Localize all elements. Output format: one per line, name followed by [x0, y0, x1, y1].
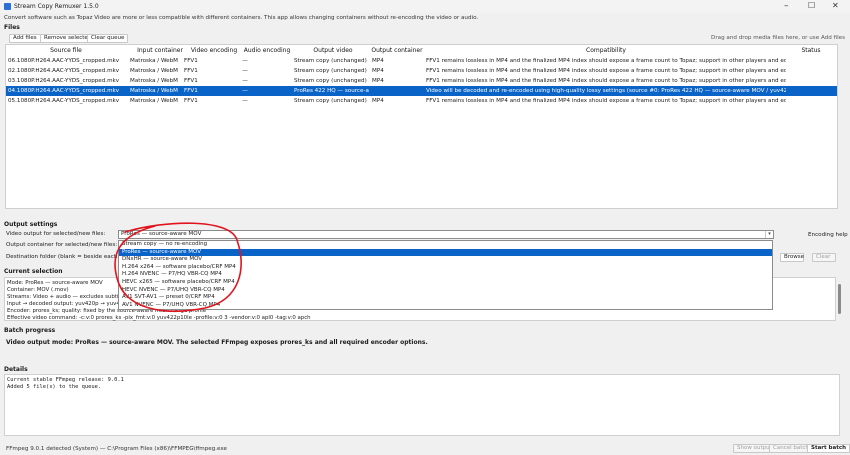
table-cell-compat: FFV1 remains lossless in MP4 and the fin… — [426, 68, 786, 74]
table-cell-audio: — — [242, 88, 248, 94]
table-row[interactable]: 04.1080P.H264.AAC-YYDS_cropped.mkv Matros… — [6, 86, 837, 96]
table-cell-video: FFV1 — [184, 68, 198, 74]
window-title: Stream Copy Remuxer 1.5.0 — [14, 3, 99, 10]
table-cell-audio: — — [242, 58, 248, 64]
table-cell-audio: — — [242, 78, 248, 84]
table-cell-video: FFV1 — [184, 78, 198, 84]
video-output-label: Video output for selected/new files: — [6, 231, 106, 237]
encoding-help-link[interactable]: Encoding help — [808, 232, 848, 238]
table-cell-out-container — [372, 86, 422, 96]
table-cell-out-video: ProRes 422 HQ — source-a MOV — [294, 88, 370, 94]
table-cell-status — [788, 76, 836, 86]
table-cell-source: 02.1080P.H264.AAC-YYDS_cropped.mkv — [8, 68, 120, 74]
table-cell-out-container: MP4 — [372, 68, 384, 74]
table-cell-compat: Video will be decoded and re-encoded usi… — [426, 88, 786, 94]
table-row[interactable]: 03.1080P.H264.AAC-YYDS_cropped.mkv Matros… — [6, 76, 837, 86]
table-cell-out-video: Stream copy (unchanged) — [294, 68, 367, 74]
clear-destination-button[interactable]: Clear — [812, 253, 836, 262]
table-cell-compat: FFV1 remains lossless in MP4 and the fin… — [426, 98, 786, 104]
app-icon — [4, 3, 11, 10]
table-cell-compat: FFV1 remains lossless in MP4 and the fin… — [426, 78, 786, 84]
table-cell-out-video: Stream copy (unchanged) — [294, 98, 367, 104]
table-cell-out-container: MP4 — [372, 98, 384, 104]
table-cell-audio: — — [242, 98, 248, 104]
start-batch-button[interactable]: Start batch — [807, 444, 850, 453]
table-cell-out-video: Stream copy (unchanged) — [294, 58, 367, 64]
table-cell-compat: FFV1 remains lossless in MP4 and the fin… — [426, 58, 786, 64]
annotation-circle — [114, 222, 242, 312]
table-cell-status — [788, 56, 836, 66]
table-cell-input: Matroska / WebM — [130, 78, 178, 84]
table-cell-source: 05.1080P.H264.AAC-YYDS_cropped.mkv — [8, 98, 120, 104]
column-header-output-container[interactable]: Output container — [368, 46, 426, 55]
table-cell-video: FFV1 — [184, 58, 198, 64]
ffmpeg-status: FFmpeg 9.0.1 detected (System) — C:\Prog… — [6, 446, 227, 452]
clear-queue-button[interactable]: Clear queue — [87, 34, 129, 43]
column-header-status[interactable]: Status — [786, 46, 836, 55]
log-line: Added 5 file(s) to the queue. — [7, 384, 102, 390]
table-cell-input: Matroska / WebM — [130, 58, 178, 64]
column-header-source-file[interactable]: Source file — [6, 46, 126, 55]
table-cell-source: 04.1080P.H264.AAC-YYDS_cropped.mkv — [8, 88, 120, 94]
table-cell-status — [788, 86, 836, 96]
current-selection-title: Current selection — [4, 268, 63, 275]
table-cell-audio: — — [242, 68, 248, 74]
output-settings-title: Output settings — [4, 221, 58, 228]
table-cell-out-container: MP4 — [372, 58, 384, 64]
column-header-input-container[interactable]: Input container — [130, 46, 190, 55]
table-cell-source: 06.1080P.H264.AAC-YYDS_cropped.mkv — [8, 58, 120, 64]
minimize-icon[interactable]: – — [784, 1, 789, 11]
browse-button[interactable]: Browse — [780, 253, 804, 262]
table-cell-input: Matroska / WebM — [130, 68, 178, 74]
files-table[interactable]: Source file Input container Video encodi… — [5, 44, 838, 209]
table-cell-out-video: Stream copy (unchanged) — [294, 78, 367, 84]
batch-progress-title: Batch progress — [4, 327, 56, 334]
table-cell-out-container: MP4 — [372, 78, 384, 84]
batch-status-text: Video output mode: ProRes — source-aware… — [6, 339, 428, 346]
column-header-compatibility[interactable]: Compatibility — [426, 46, 786, 55]
table-cell-video: FFV1 — [184, 88, 198, 94]
table-cell-video: FFV1 — [184, 98, 198, 104]
maximize-icon[interactable]: ☐ — [808, 1, 815, 10]
selection-scrollbar[interactable] — [838, 284, 841, 314]
table-cell-input: Matroska / WebM — [130, 98, 178, 104]
table-row[interactable]: 06.1080P.H264.AAC-YYDS_cropped.mkv Matros… — [6, 56, 837, 66]
column-header-video-encoding[interactable]: Video encoding — [184, 46, 244, 55]
table-cell-source: 03.1080P.H264.AAC-YYDS_cropped.mkv — [8, 78, 120, 84]
table-cell-status — [788, 96, 836, 106]
app-description: Convert software such as Topaz Video are… — [4, 15, 479, 21]
drop-hint: Drag and drop media files here, or use A… — [711, 35, 845, 41]
column-header-output-video[interactable]: Output video — [294, 46, 372, 55]
close-icon[interactable]: ✕ — [832, 1, 839, 10]
add-files-button[interactable]: Add files — [9, 34, 41, 43]
files-section-title: Files — [4, 24, 20, 31]
column-header-audio-encoding[interactable]: Audio encoding — [236, 46, 298, 55]
table-row[interactable]: 05.1080P.H264.AAC-YYDS_cropped.mkv Matros… — [6, 96, 837, 106]
details-title: Details — [4, 366, 28, 373]
table-row[interactable]: 02.1080P.H264.AAC-YYDS_cropped.mkv Matros… — [6, 66, 837, 76]
table-cell-status — [788, 66, 836, 76]
details-log: Current stable FFmpeg release: 9.0.1 Add… — [4, 374, 840, 436]
title-bar: Stream Copy Remuxer 1.5.0 – ☐ ✕ — [0, 0, 850, 13]
chevron-down-icon[interactable]: ▾ — [765, 231, 773, 238]
table-cell-input: Matroska / WebM — [130, 88, 178, 94]
